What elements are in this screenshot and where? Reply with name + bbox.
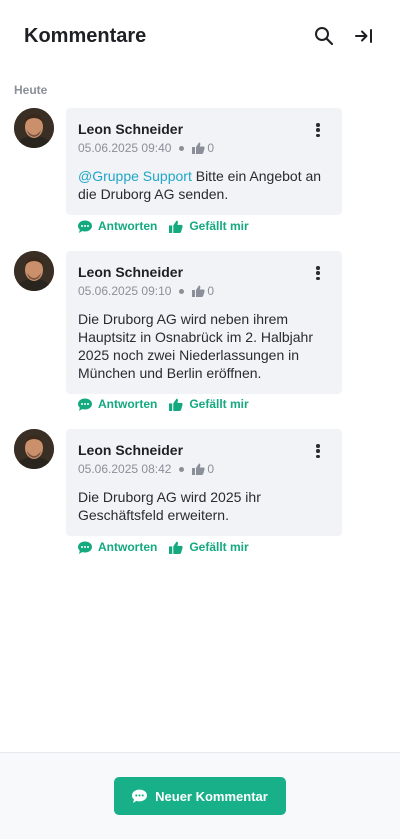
- more-options-button[interactable]: [312, 443, 324, 459]
- panel-title: Kommentare: [24, 25, 147, 47]
- reply-button[interactable]: Antworten: [78, 540, 157, 554]
- more-vertical-icon: [316, 266, 320, 270]
- date-group-label: Heute: [14, 83, 48, 97]
- comment-text: Die Druborg AG wird neben ihrem Hauptsit…: [78, 311, 313, 381]
- comment-bubble: Leon Schneider 05.06.2025 09:40 0 @Grupp…: [66, 108, 342, 215]
- thumbs-up-icon: [192, 142, 206, 154]
- avatar[interactable]: [14, 108, 54, 148]
- like-button[interactable]: Gefällt mir: [169, 540, 249, 554]
- avatar[interactable]: [14, 251, 54, 291]
- thumbs-up-icon: [169, 220, 183, 233]
- comment-bubble: Leon Schneider 05.06.2025 09:10 0 Die Dr…: [66, 251, 342, 394]
- separator-dot: [179, 288, 185, 294]
- chat-icon: [78, 541, 92, 554]
- like-button[interactable]: Gefällt mir: [169, 397, 249, 411]
- like-count: 0: [192, 141, 214, 155]
- separator-dot: [179, 145, 185, 151]
- comment-author: Leon Schneider: [78, 121, 184, 137]
- comment-text: @Gruppe Support Bitte ein Angebot an die…: [78, 168, 322, 202]
- new-comment-button[interactable]: Neuer Kommentar: [114, 777, 286, 815]
- search-icon: [315, 27, 334, 46]
- reply-button[interactable]: Antworten: [78, 219, 157, 233]
- chat-icon: [132, 789, 148, 803]
- comment-meta: 05.06.2025 09:40 0: [78, 141, 330, 155]
- comment-meta: 05.06.2025 09:10 0: [78, 284, 330, 298]
- panel-header: Kommentare: [0, 0, 400, 72]
- collapse-panel-button[interactable]: [350, 22, 378, 50]
- like-count: 0: [192, 462, 214, 476]
- avatar[interactable]: [14, 429, 54, 469]
- like-count: 0: [192, 284, 214, 298]
- chat-icon: [78, 398, 92, 411]
- search-button[interactable]: [310, 22, 338, 50]
- comment-author: Leon Schneider: [78, 264, 184, 280]
- comment-timestamp: 05.06.2025 09:40: [78, 141, 172, 155]
- more-vertical-icon: [316, 123, 320, 127]
- more-vertical-icon: [316, 444, 320, 448]
- more-options-button[interactable]: [312, 122, 324, 138]
- like-button[interactable]: Gefällt mir: [169, 219, 249, 233]
- thumbs-up-icon: [192, 463, 206, 475]
- reply-button[interactable]: Antworten: [78, 397, 157, 411]
- thumbs-up-icon: [169, 398, 183, 411]
- comment-actions: Antworten Gefällt mir: [78, 219, 261, 233]
- panel-footer: Neuer Kommentar: [0, 752, 400, 839]
- thumbs-up-icon: [169, 541, 183, 554]
- mention-link[interactable]: @Gruppe Support: [78, 168, 192, 184]
- comment-bubble: Leon Schneider 05.06.2025 08:42 0 Die Dr…: [66, 429, 342, 536]
- separator-dot: [179, 466, 185, 472]
- comment-actions: Antworten Gefällt mir: [78, 540, 261, 554]
- comment-timestamp: 05.06.2025 09:10: [78, 284, 172, 298]
- more-options-button[interactable]: [312, 265, 324, 281]
- comments-panel: Kommentare Heute Leon Schneider 05.06.20…: [0, 0, 400, 839]
- chat-icon: [78, 220, 92, 233]
- comment-actions: Antworten Gefällt mir: [78, 397, 261, 411]
- comment-meta: 05.06.2025 08:42 0: [78, 462, 330, 476]
- comment-author: Leon Schneider: [78, 442, 184, 458]
- comment-timestamp: 05.06.2025 08:42: [78, 462, 172, 476]
- comment-text: Die Druborg AG wird 2025 ihr Geschäftsfe…: [78, 489, 261, 523]
- thumbs-up-icon: [192, 285, 206, 297]
- arrow-right-to-line-icon: [355, 29, 372, 43]
